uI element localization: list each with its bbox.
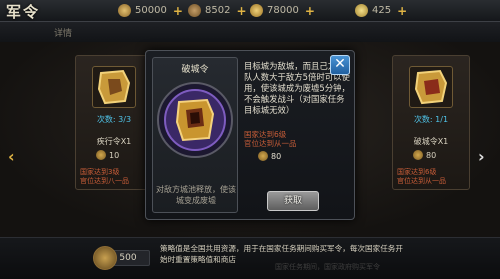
popup-detail-column: 目标城为敌城，而且己方部队人数大于敌方5倍时可以使用，使该城成为废墟5分钟，不会…	[244, 61, 350, 161]
item-detail-popup: 破城令 对敌方城池释放，使该城变成废墟 目标城为敌城，而且己方部队人数大于敌方5…	[145, 50, 355, 220]
strategy-points-icon	[93, 246, 117, 270]
bottom-bar: 500 策略值是全国共用资源，用于在国家任务期间购买军令，每次国家任务开始时重置…	[0, 237, 500, 279]
item-icon-frame	[409, 66, 453, 108]
tab-details[interactable]: 详情	[54, 26, 72, 39]
copper-coin-icon	[118, 4, 131, 17]
resource-copper: 50000 +	[118, 3, 185, 18]
resource-gold-value: 78000	[267, 5, 299, 16]
card-cost-value: 80	[426, 150, 437, 160]
resource-wood-value: 8502	[205, 5, 231, 16]
gold-coin-icon	[250, 4, 263, 17]
add-wood-button[interactable]: +	[236, 5, 248, 17]
strategy-coin-icon	[96, 150, 106, 160]
sub-bar: 详情	[0, 22, 500, 42]
popup-item-panel: 破城令 对敌方城池释放，使该城变成废墟	[152, 57, 238, 213]
card-requirement: 国家达到6级 官位达到从一品	[397, 168, 446, 185]
resource-copper-value: 50000	[135, 5, 167, 16]
popup-cost: 80	[258, 151, 350, 161]
popup-item-name: 破城令	[181, 65, 209, 75]
top-bar: 军令 50000 + 8502 + 78000 + 425 +	[0, 0, 500, 22]
item-card-quick-march[interactable]: 次数: 3/3 疾行令X1 10 国家达到3级 官位达到八一品	[75, 55, 153, 190]
card-cost: 10	[96, 150, 119, 160]
ingot-icon	[355, 4, 368, 17]
close-icon: ✕	[334, 56, 346, 72]
siege-token-icon	[414, 69, 448, 105]
next-arrow-button[interactable]: ›	[478, 148, 492, 166]
strategy-coin-icon	[413, 150, 423, 160]
resource-ingot: 425 +	[355, 3, 409, 18]
card-item-name: 破城令X1	[413, 137, 449, 146]
item-card-siege[interactable]: 次数: 1/1 破城令X1 80 国家达到6级 官位达到从一品	[392, 55, 470, 190]
resource-gold: 78000 +	[250, 3, 317, 18]
prev-arrow-button[interactable]: ‹	[8, 148, 22, 166]
add-gold-button[interactable]: +	[305, 5, 317, 17]
popup-short-desc: 对敌方城池释放，使该城变成废墟	[156, 185, 236, 205]
add-ingot-button[interactable]: +	[397, 5, 409, 17]
get-button[interactable]: 获取	[267, 191, 319, 211]
card-item-name: 疾行令X1	[96, 137, 132, 146]
strategy-coin-icon	[258, 151, 268, 161]
card-uses: 次数: 3/3	[96, 115, 132, 124]
window-title: 军令	[6, 3, 41, 21]
add-copper-button[interactable]: +	[173, 5, 185, 17]
quick-march-token-icon	[97, 69, 131, 105]
popup-requirement: 国家达到6级 官位达到从一品	[244, 130, 297, 148]
item-icon-frame	[92, 66, 136, 108]
card-cost-value: 10	[109, 150, 120, 160]
popup-cost-value: 80	[271, 151, 282, 161]
resource-ingot-value: 425	[372, 5, 392, 16]
card-uses: 次数: 1/1	[413, 115, 449, 124]
card-requirement: 国家达到3级 官位达到八一品	[80, 168, 129, 185]
card-cost: 80	[413, 150, 436, 160]
siege-emblem-icon	[157, 82, 233, 158]
wood-icon	[188, 4, 201, 17]
close-popup-button[interactable]: ✕	[330, 55, 350, 75]
resource-wood: 8502 +	[188, 3, 248, 18]
faded-footer-note: 国家任务期间，国家政府购买军令	[275, 263, 380, 271]
